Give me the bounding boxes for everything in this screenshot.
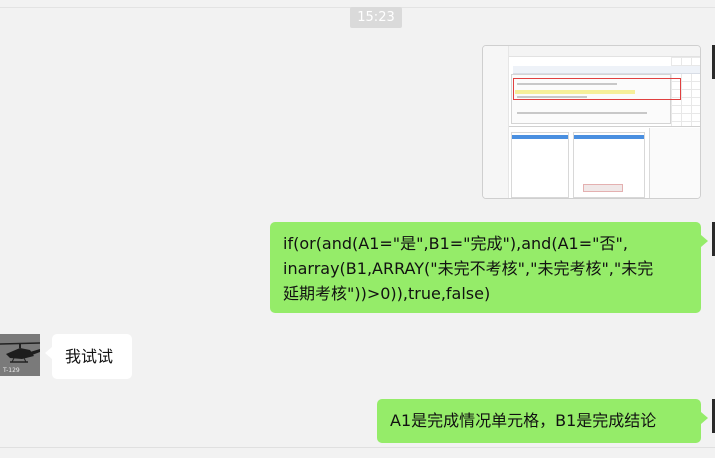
thumb-text-line — [517, 112, 647, 114]
screenshot-image-message[interactable] — [482, 45, 701, 199]
thumb-help-panel — [649, 128, 700, 198]
thumb-text-line — [517, 96, 587, 98]
helicopter-icon: T-129 — [0, 334, 40, 376]
message-text-line: 延期考核"))>0)),true,false) — [283, 284, 491, 303]
formula-message-bubble[interactable]: if(or(and(A1="是",B1="完成"),and(A1="否", in… — [270, 222, 708, 313]
thumb-button — [583, 184, 623, 192]
message-text-line: inarray(B1,ARRAY("未完不考核","未完考核","未完 — [283, 259, 654, 278]
received-message-bubble[interactable]: 我试试 — [45, 334, 132, 379]
thumb-category-list — [511, 132, 569, 198]
thumb-sidebar — [483, 46, 509, 198]
thumb-list-selection — [574, 135, 644, 139]
thumb-list-selection — [512, 135, 568, 139]
helicopter-avatar[interactable]: T-129 — [0, 334, 40, 376]
thumb-text-line — [517, 83, 617, 85]
message-text-line: if(or(and(A1="是",B1="完成"),and(A1="否", — [283, 234, 628, 253]
thumb-tab-bar — [513, 66, 700, 74]
message-timestamp: 15:23 — [350, 7, 402, 28]
thumb-toolbar — [483, 46, 700, 57]
input-divider — [0, 447, 715, 448]
explanation-message-bubble[interactable]: A1是完成情况单元格，B1是完成结论 — [377, 399, 708, 443]
svg-text:T-129: T-129 — [2, 367, 20, 374]
thumb-formula-text — [515, 90, 635, 94]
